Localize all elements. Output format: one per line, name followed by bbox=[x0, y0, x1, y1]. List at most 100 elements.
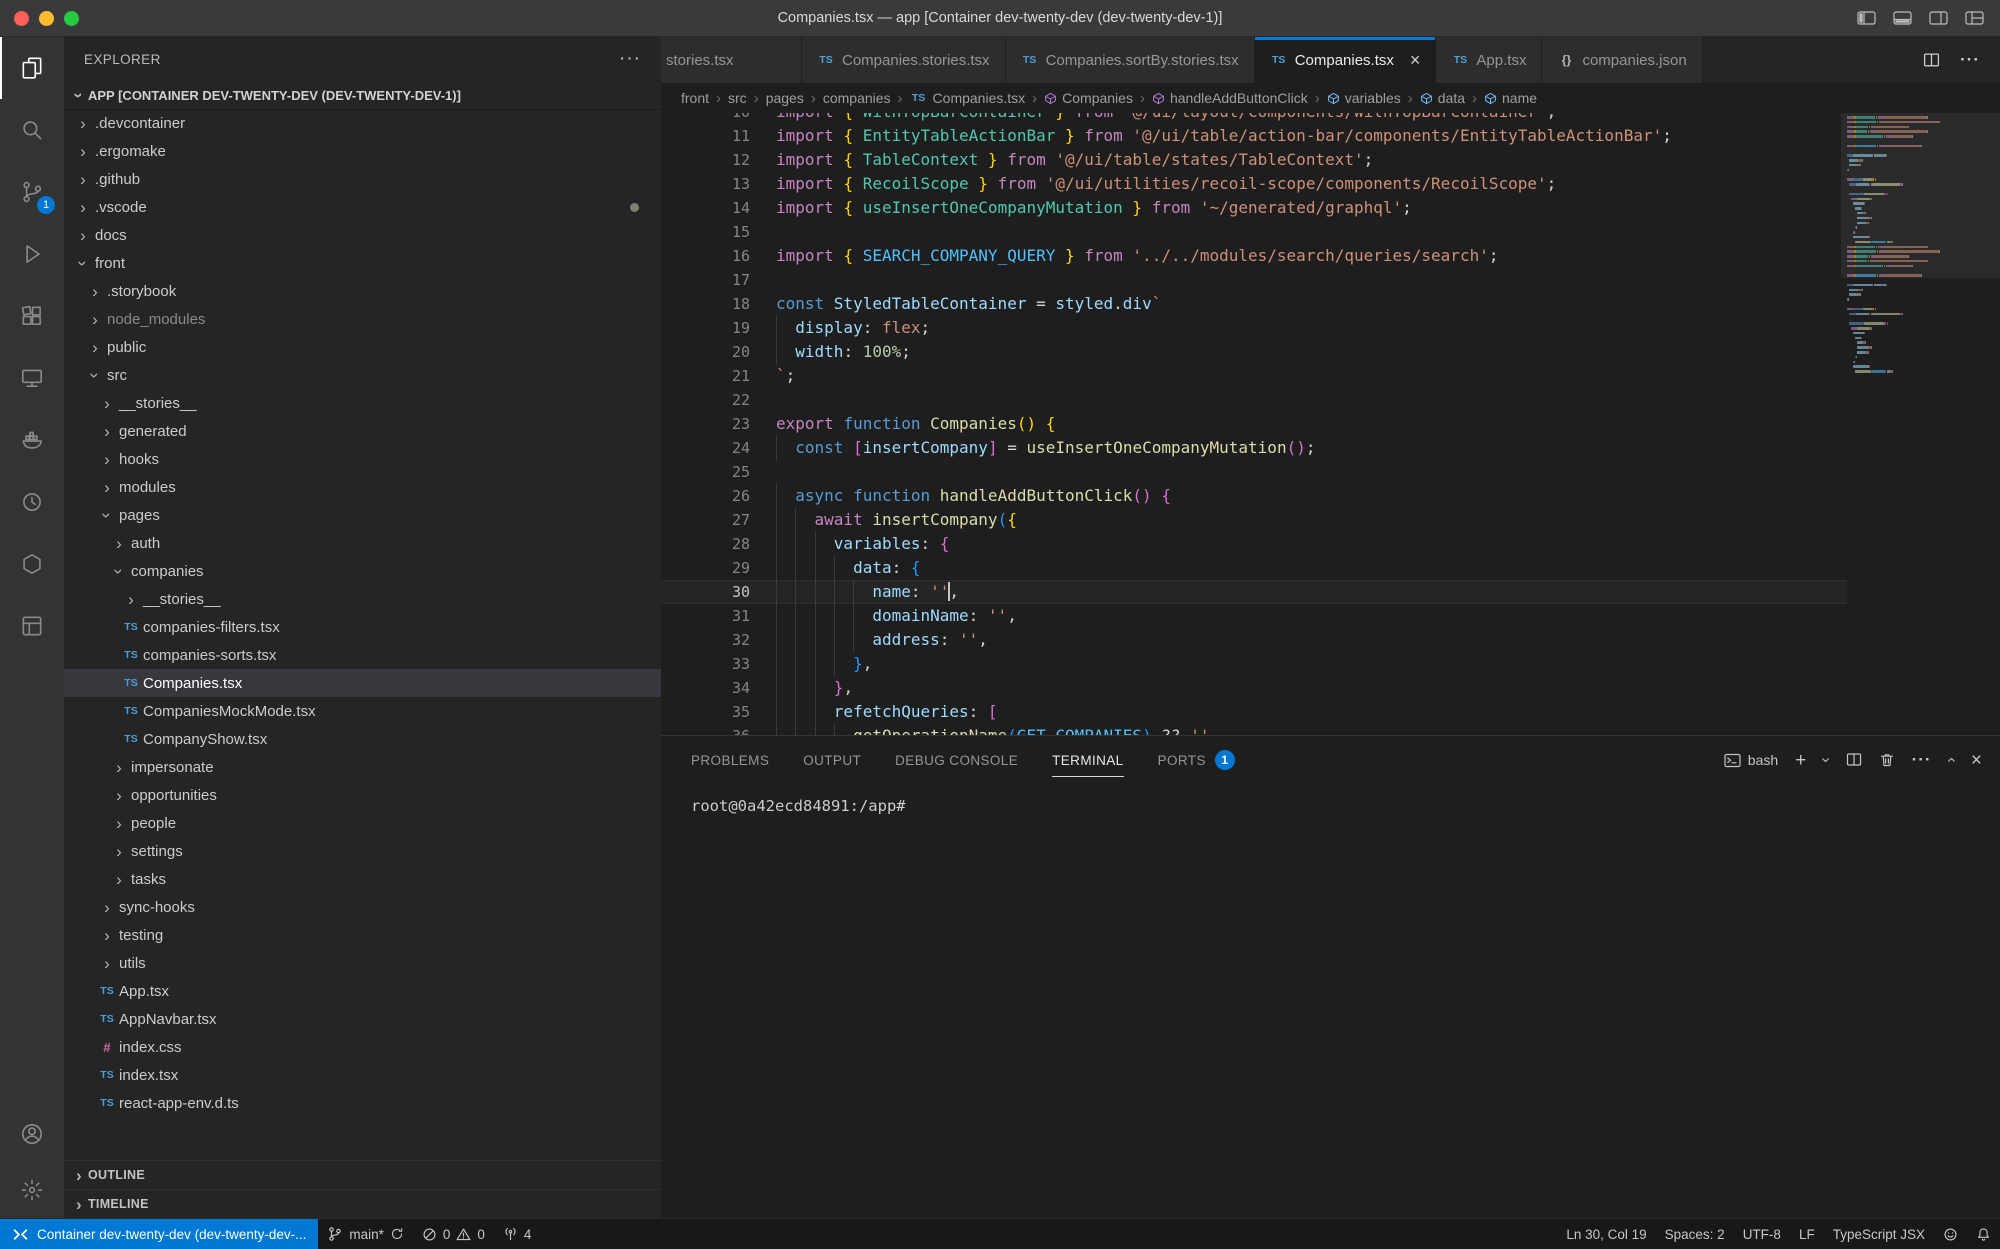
tree-item-opportunities[interactable]: ›opportunities bbox=[64, 781, 661, 809]
code-line-24[interactable]: 24 const [insertCompany] = useInsertOneC… bbox=[661, 436, 1847, 460]
code-line-15[interactable]: 15 bbox=[661, 220, 1847, 244]
terminal-shell-picker[interactable]: bash bbox=[1724, 752, 1778, 768]
close-icon[interactable]: × bbox=[1410, 51, 1421, 69]
explorer-more-actions-icon[interactable]: ··· bbox=[619, 48, 641, 70]
tree-item-node-modules[interactable]: ›node_modules bbox=[64, 305, 661, 333]
code-line-30[interactable]: 30 name: '', bbox=[661, 580, 1847, 604]
panel-tab-terminal[interactable]: TERMINAL bbox=[1052, 736, 1123, 784]
split-terminal-icon[interactable] bbox=[1846, 752, 1862, 768]
tree-item-people[interactable]: ›people bbox=[64, 809, 661, 837]
code-line-17[interactable]: 17 bbox=[661, 268, 1847, 292]
tree-item-tasks[interactable]: ›tasks bbox=[64, 865, 661, 893]
tree-item-index-tsx[interactable]: TSindex.tsx bbox=[64, 1061, 661, 1089]
tree-item-testing[interactable]: ›testing bbox=[64, 921, 661, 949]
code-line-29[interactable]: 29 data: { bbox=[661, 556, 1847, 580]
maximize-panel-icon[interactable]: › bbox=[1942, 757, 1960, 762]
code-line-10[interactable]: 10import { WithTopBarContainer } from '@… bbox=[661, 113, 1847, 124]
run-debug-icon[interactable] bbox=[0, 223, 64, 285]
breadcrumb-variables[interactable]: variables bbox=[1327, 90, 1401, 106]
toggle-sidebar-left-icon[interactable] bbox=[1857, 11, 1876, 25]
tree-item-companies-filters-tsx[interactable]: TScompanies-filters.tsx bbox=[64, 613, 661, 641]
code-line-36[interactable]: 36 getOperationName(GET_COMPANIES) ?? ''… bbox=[661, 724, 1847, 735]
feedback-smiley-icon[interactable] bbox=[1934, 1227, 1967, 1242]
status-language-mode[interactable]: TypeScript JSX bbox=[1824, 1227, 1934, 1242]
tree-item-appnavbar-tsx[interactable]: TSAppNavbar.tsx bbox=[64, 1005, 661, 1033]
settings-icon[interactable] bbox=[0, 1162, 64, 1218]
breadcrumb-src[interactable]: src bbox=[728, 90, 747, 106]
customize-layout-icon[interactable] bbox=[1965, 11, 1984, 25]
close-panel-icon[interactable]: × bbox=[1971, 751, 1982, 770]
tree-item-companies-sorts-tsx[interactable]: TScompanies-sorts.tsx bbox=[64, 641, 661, 669]
code-line-35[interactable]: 35 refetchQueries: [ bbox=[661, 700, 1847, 724]
code-line-12[interactable]: 12import { TableContext } from '@/ui/tab… bbox=[661, 148, 1847, 172]
notifications-bell-icon[interactable] bbox=[1967, 1227, 2000, 1242]
remote-explorer-icon[interactable] bbox=[0, 347, 64, 409]
tree-item-ergomake[interactable]: ›.ergomake bbox=[64, 137, 661, 165]
tree-item-stories[interactable]: ›__stories__ bbox=[64, 585, 661, 613]
hexagon-icon[interactable] bbox=[0, 533, 64, 595]
code-line-27[interactable]: 27 await insertCompany({ bbox=[661, 508, 1847, 532]
breadcrumb-companies[interactable]: companies bbox=[823, 90, 891, 106]
preview-box-icon[interactable] bbox=[0, 595, 64, 657]
search-icon[interactable] bbox=[0, 99, 64, 161]
forwarded-ports-status[interactable]: 4 bbox=[494, 1219, 541, 1249]
new-terminal-icon[interactable]: + bbox=[1795, 751, 1806, 770]
remote-indicator[interactable]: Container dev-twenty-dev (dev-twenty-dev… bbox=[0, 1219, 318, 1249]
timeline-section[interactable]: › TIMELINE bbox=[64, 1189, 661, 1218]
tree-item-stories[interactable]: ›__stories__ bbox=[64, 389, 661, 417]
tree-item-companies-tsx[interactable]: TSCompanies.tsx bbox=[64, 669, 661, 697]
tree-item-hooks[interactable]: ›hooks bbox=[64, 445, 661, 473]
breadcrumb-companies[interactable]: Companies bbox=[1044, 90, 1133, 106]
tree-item-settings[interactable]: ›settings bbox=[64, 837, 661, 865]
status-eol[interactable]: LF bbox=[1790, 1227, 1824, 1242]
code-line-13[interactable]: 13import { RecoilScope } from '@/ui/util… bbox=[661, 172, 1847, 196]
terminal-dropdown-icon[interactable]: › bbox=[1817, 757, 1835, 762]
tree-item-storybook[interactable]: ›.storybook bbox=[64, 277, 661, 305]
status-cursor-position[interactable]: Ln 30, Col 19 bbox=[1557, 1227, 1655, 1242]
code-line-26[interactable]: 26 async function handleAddButtonClick()… bbox=[661, 484, 1847, 508]
tree-item-companies[interactable]: ›companies bbox=[64, 557, 661, 585]
status-encoding[interactable]: UTF-8 bbox=[1734, 1227, 1790, 1242]
tree-item-generated[interactable]: ›generated bbox=[64, 417, 661, 445]
toggle-sidebar-right-icon[interactable] bbox=[1929, 11, 1948, 25]
code-line-33[interactable]: 33 }, bbox=[661, 652, 1847, 676]
code-line-21[interactable]: 21`; bbox=[661, 364, 1847, 388]
code-editor[interactable]: 10import { WithTopBarContainer } from '@… bbox=[661, 113, 2000, 735]
breadcrumb-handleaddbuttonclick[interactable]: handleAddButtonClick bbox=[1152, 90, 1308, 106]
code-line-34[interactable]: 34 }, bbox=[661, 676, 1847, 700]
tree-item-companyshow-tsx[interactable]: TSCompanyShow.tsx bbox=[64, 725, 661, 753]
explorer-icon[interactable] bbox=[0, 37, 64, 99]
breadcrumb-name[interactable]: name bbox=[1484, 90, 1537, 106]
source-control-icon[interactable]: 1 bbox=[0, 161, 64, 223]
tree-item-sync-hooks[interactable]: ›sync-hooks bbox=[64, 893, 661, 921]
problems-status[interactable]: 0 0 bbox=[413, 1219, 494, 1249]
tab-companies-stories-tsx[interactable]: TSCompanies.stories.tsx bbox=[802, 37, 1006, 83]
panel-tab-output[interactable]: OUTPUT bbox=[803, 736, 861, 784]
tab-stories-tsx[interactable]: stories.tsx bbox=[661, 37, 802, 83]
code-line-18[interactable]: 18const StyledTableContainer = styled.di… bbox=[661, 292, 1847, 316]
panel-tab-ports[interactable]: PORTS1 bbox=[1158, 736, 1235, 784]
panel-tab-debug-console[interactable]: DEBUG CONSOLE bbox=[895, 736, 1018, 784]
tree-item-auth[interactable]: ›auth bbox=[64, 529, 661, 557]
tree-item-public[interactable]: ›public bbox=[64, 333, 661, 361]
code-line-16[interactable]: 16import { SEARCH_COMPANY_QUERY } from '… bbox=[661, 244, 1847, 268]
terminal-output[interactable]: root@0a42ecd84891:/app# bbox=[661, 784, 2000, 1218]
close-window-button[interactable] bbox=[14, 11, 29, 26]
breadcrumb-front[interactable]: front bbox=[681, 90, 709, 106]
tree-item-react-app-env-d-ts[interactable]: TSreact-app-env.d.ts bbox=[64, 1089, 661, 1117]
tree-item-app-tsx[interactable]: TSApp.tsx bbox=[64, 977, 661, 1005]
editor-more-actions-icon[interactable]: ··· bbox=[1960, 50, 1980, 70]
code-line-28[interactable]: 28 variables: { bbox=[661, 532, 1847, 556]
tree-item-devcontainer[interactable]: ›.devcontainer bbox=[64, 109, 661, 137]
tab-companies-tsx[interactable]: TSCompanies.tsx× bbox=[1255, 37, 1437, 83]
panel-more-actions-icon[interactable]: ··· bbox=[1912, 750, 1932, 770]
tab-companies-json[interactable]: {}companies.json bbox=[1542, 37, 1702, 83]
code-line-31[interactable]: 31 domainName: '', bbox=[661, 604, 1847, 628]
extensions-icon[interactable] bbox=[0, 285, 64, 347]
code-line-22[interactable]: 22 bbox=[661, 388, 1847, 412]
tree-item-index-css[interactable]: #index.css bbox=[64, 1033, 661, 1061]
tree-item-modules[interactable]: ›modules bbox=[64, 473, 661, 501]
code-line-14[interactable]: 14import { useInsertOneCompanyMutation }… bbox=[661, 196, 1847, 220]
breadcrumb-companies-tsx[interactable]: TSCompanies.tsx bbox=[910, 90, 1026, 106]
tree-item-docs[interactable]: ›docs bbox=[64, 221, 661, 249]
